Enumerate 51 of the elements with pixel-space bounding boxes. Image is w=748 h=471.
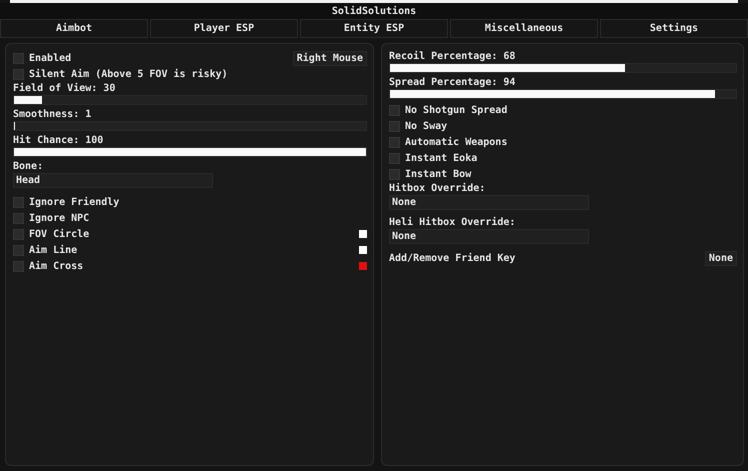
dropdown-field[interactable]: Head (13, 173, 213, 188)
slider-label: Field of View: 30 (13, 82, 116, 95)
checkbox-label: Enabled (29, 52, 72, 64)
checkbox-label: No Sway (405, 120, 448, 132)
checkbox[interactable] (389, 104, 400, 116)
dropdown-label: Bone: (13, 160, 44, 173)
slider-track[interactable] (389, 89, 737, 99)
checkbox[interactable] (13, 244, 24, 256)
dropdown-label: Heli Hitbox Override: (389, 216, 516, 229)
checkbox-label: FOV Circle (29, 228, 90, 240)
slider-track[interactable] (13, 121, 367, 131)
window-title: SolidSolutions (332, 6, 416, 16)
keybind-button[interactable]: None (704, 250, 737, 266)
color-swatch[interactable] (359, 230, 367, 238)
dropdown-label: Hitbox Override: (389, 182, 486, 195)
slider-track[interactable] (389, 63, 737, 73)
tab[interactable]: Miscellaneous (450, 19, 598, 38)
checkbox-label: Aim Line (29, 244, 78, 256)
checkbox-label: No Shotgun Spread (405, 104, 508, 116)
dropdown-field[interactable]: None (389, 229, 589, 244)
slider-label: Spread Percentage: 94 (389, 76, 516, 89)
color-swatch[interactable] (359, 246, 367, 254)
tab[interactable]: Aimbot (0, 19, 148, 38)
slider-label: Hit Chance: 100 (13, 134, 104, 147)
checkbox[interactable] (13, 196, 24, 208)
keybind-label: Add/Remove Friend Key (389, 252, 516, 264)
checkbox-label: Instant Bow (405, 168, 472, 180)
checkbox-label: Automatic Weapons (405, 136, 508, 148)
slider-track[interactable] (13, 95, 367, 105)
checkbox-label: Ignore Friendly (29, 196, 120, 208)
color-swatch[interactable] (359, 262, 367, 270)
tab[interactable]: Player ESP (150, 19, 298, 38)
checkbox[interactable] (13, 212, 24, 224)
checkbox-label: Instant Eoka (405, 152, 478, 164)
checkbox[interactable] (13, 68, 24, 80)
checkbox[interactable] (13, 228, 24, 240)
checkbox-label: Ignore NPC (29, 212, 90, 224)
dropdown-field[interactable]: None (389, 195, 589, 210)
tab[interactable]: Entity ESP (300, 19, 448, 38)
checkbox[interactable] (13, 52, 24, 64)
checkbox-label: Aim Cross (29, 260, 84, 272)
checkbox[interactable] (389, 168, 400, 180)
checkbox[interactable] (389, 152, 400, 164)
checkbox[interactable] (13, 260, 24, 272)
checkbox[interactable] (389, 120, 400, 132)
tab[interactable]: Settings (600, 19, 748, 38)
keybind-button[interactable]: Right Mouse (292, 50, 367, 66)
checkbox[interactable] (389, 136, 400, 148)
slider-label: Smoothness: 1 (13, 108, 92, 121)
checkbox-label: Silent Aim (Above 5 FOV is risky) (29, 68, 228, 80)
slider-label: Recoil Percentage: 68 (389, 50, 516, 63)
